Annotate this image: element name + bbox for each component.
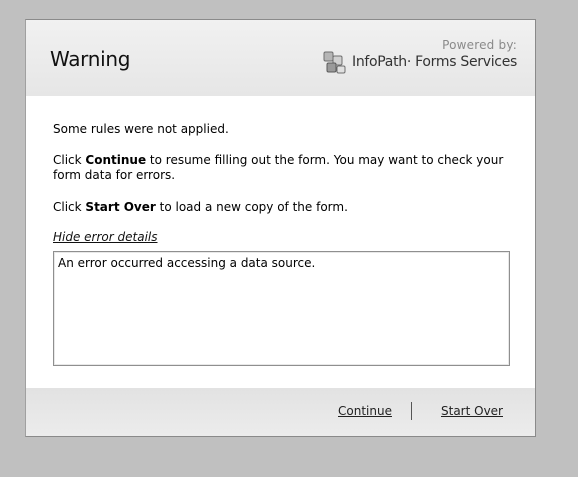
continue-instruction-bold: Continue: [85, 153, 147, 167]
startover-instruction-bold: Start Over: [85, 200, 156, 214]
continue-instruction-prefix: Click: [53, 153, 86, 167]
brand-block: Powered by: InfoPath· Forms Services: [323, 38, 517, 78]
product-name: InfoPath· Forms Services: [352, 54, 517, 70]
error-details-text: An error occurred accessing a data sourc…: [58, 256, 316, 270]
startover-instruction-suffix: to load a new copy of the form.: [155, 200, 348, 214]
button-separator: [411, 402, 412, 420]
warning-dialog: Warning Powered by: InfoPath· Forms Serv…: [25, 19, 536, 437]
dialog-title: Warning: [50, 47, 131, 71]
start-over-button[interactable]: Start Over: [441, 404, 503, 418]
hide-error-details-link[interactable]: Hide error details: [53, 230, 158, 245]
startover-instruction-prefix: Click: [53, 200, 86, 214]
error-details-box: An error occurred accessing a data sourc…: [53, 251, 510, 366]
brand-logo-row: InfoPath· Forms Services: [323, 51, 517, 74]
continue-button[interactable]: Continue: [338, 404, 392, 418]
dialog-header: Warning Powered by: InfoPath· Forms Serv…: [26, 20, 535, 96]
infopath-logo-icon: [323, 51, 346, 74]
dialog-footer: Continue Start Over: [26, 388, 535, 436]
powered-by-label: Powered by:: [442, 38, 517, 52]
continue-instruction: Click Continue to resume filling out the…: [53, 153, 513, 183]
rules-not-applied-text: Some rules were not applied.: [53, 122, 229, 136]
startover-instruction: Click Start Over to load a new copy of t…: [53, 200, 513, 215]
